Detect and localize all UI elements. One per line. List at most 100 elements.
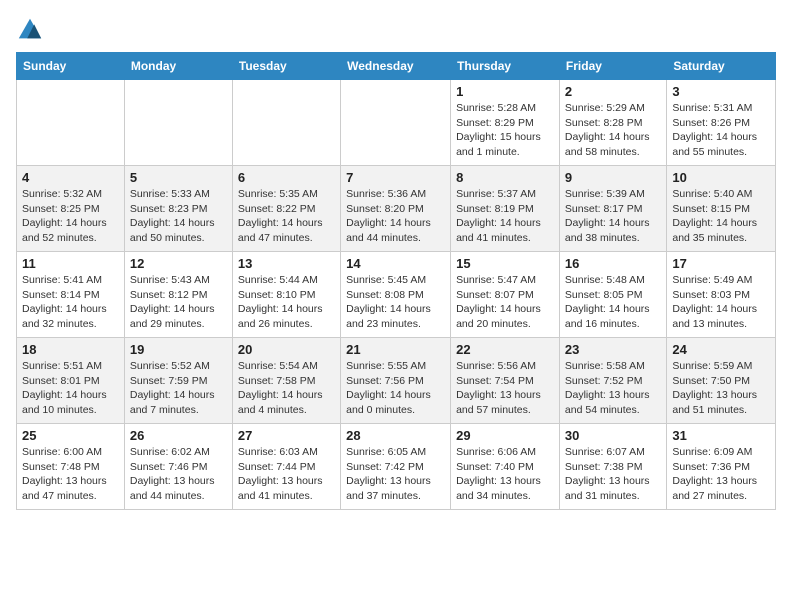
day-info: Sunrise: 6:07 AM Sunset: 7:38 PM Dayligh… [565, 445, 661, 504]
day-info: Sunrise: 5:54 AM Sunset: 7:58 PM Dayligh… [238, 359, 335, 418]
calendar-cell: 1Sunrise: 5:28 AM Sunset: 8:29 PM Daylig… [451, 80, 560, 166]
day-info: Sunrise: 5:52 AM Sunset: 7:59 PM Dayligh… [130, 359, 227, 418]
day-info: Sunrise: 5:45 AM Sunset: 8:08 PM Dayligh… [346, 273, 445, 332]
calendar-cell: 20 Sunrise: 5:54 AM Sunset: 7:58 PM Dayli… [232, 338, 340, 424]
calendar-cell: 15 Sunrise: 5:47 AM Sunset: 8:07 PM Dayli… [451, 252, 560, 338]
calendar-cell: 31 Sunrise: 6:09 AM Sunset: 7:36 PM Dayli… [667, 424, 776, 510]
day-number: 31 [672, 428, 770, 443]
calendar-cell: 8 Sunrise: 5:37 AM Sunset: 8:19 PM Daylig… [451, 166, 560, 252]
day-number: 9 [565, 170, 661, 185]
day-number: 15 [456, 256, 554, 271]
calendar-cell: 21 Sunrise: 5:55 AM Sunset: 7:56 PM Dayli… [341, 338, 451, 424]
calendar-cell: 28 Sunrise: 6:05 AM Sunset: 7:42 PM Dayli… [341, 424, 451, 510]
day-info: Sunrise: 6:02 AM Sunset: 7:46 PM Dayligh… [130, 445, 227, 504]
day-number: 6 [238, 170, 335, 185]
day-number: 11 [22, 256, 119, 271]
day-info: Sunrise: 5:51 AM Sunset: 8:01 PM Dayligh… [22, 359, 119, 418]
day-number: 20 [238, 342, 335, 357]
day-info: Sunrise: 5:39 AM Sunset: 8:17 PM Dayligh… [565, 187, 661, 246]
calendar-cell: 9 Sunrise: 5:39 AM Sunset: 8:17 PM Daylig… [559, 166, 666, 252]
calendar-table: SundayMondayTuesdayWednesdayThursdayFrid… [16, 52, 776, 510]
day-number: 26 [130, 428, 227, 443]
day-info: Sunrise: 5:40 AM Sunset: 8:15 PM Dayligh… [672, 187, 770, 246]
day-info: Sunrise: 5:55 AM Sunset: 7:56 PM Dayligh… [346, 359, 445, 418]
calendar-cell: 23Sunrise: 5:58 AM Sunset: 7:52 PM Dayli… [559, 338, 666, 424]
calendar-cell: 30 Sunrise: 6:07 AM Sunset: 7:38 PM Dayli… [559, 424, 666, 510]
day-number: 19 [130, 342, 227, 357]
day-number: 29 [456, 428, 554, 443]
page-header [16, 16, 776, 44]
calendar-cell: 6 Sunrise: 5:35 AM Sunset: 8:22 PM Daylig… [232, 166, 340, 252]
calendar-cell [17, 80, 125, 166]
day-number: 22 [456, 342, 554, 357]
day-number: 10 [672, 170, 770, 185]
calendar-cell: 3Sunrise: 5:31 AM Sunset: 8:26 PM Daylig… [667, 80, 776, 166]
calendar-header: SundayMondayTuesdayWednesdayThursdayFrid… [17, 53, 776, 80]
calendar-cell: 11 Sunrise: 5:41 AM Sunset: 8:14 PM Dayli… [17, 252, 125, 338]
calendar-cell: 22 Sunrise: 5:56 AM Sunset: 7:54 PM Dayli… [451, 338, 560, 424]
day-info: Sunrise: 5:29 AM Sunset: 8:28 PM Dayligh… [565, 101, 661, 160]
day-number: 21 [346, 342, 445, 357]
day-info: Sunrise: 5:49 AM Sunset: 8:03 PM Dayligh… [672, 273, 770, 332]
day-info: Sunrise: 5:37 AM Sunset: 8:19 PM Dayligh… [456, 187, 554, 246]
day-number: 4 [22, 170, 119, 185]
week-row-4: 18Sunrise: 5:51 AM Sunset: 8:01 PM Dayli… [17, 338, 776, 424]
week-row-2: 4 Sunrise: 5:32 AM Sunset: 8:25 PM Daylig… [17, 166, 776, 252]
day-number: 14 [346, 256, 445, 271]
day-info: Sunrise: 5:56 AM Sunset: 7:54 PM Dayligh… [456, 359, 554, 418]
header-day-thursday: Thursday [451, 53, 560, 80]
calendar-cell [341, 80, 451, 166]
day-number: 25 [22, 428, 119, 443]
calendar-cell: 7Sunrise: 5:36 AM Sunset: 8:20 PM Daylig… [341, 166, 451, 252]
calendar-cell: 17 Sunrise: 5:49 AM Sunset: 8:03 PM Dayli… [667, 252, 776, 338]
calendar-cell: 4 Sunrise: 5:32 AM Sunset: 8:25 PM Daylig… [17, 166, 125, 252]
day-number: 28 [346, 428, 445, 443]
day-info: Sunrise: 6:09 AM Sunset: 7:36 PM Dayligh… [672, 445, 770, 504]
calendar-cell: 27Sunrise: 6:03 AM Sunset: 7:44 PM Dayli… [232, 424, 340, 510]
calendar-cell: 26 Sunrise: 6:02 AM Sunset: 7:46 PM Dayli… [124, 424, 232, 510]
calendar-cell: 19 Sunrise: 5:52 AM Sunset: 7:59 PM Dayli… [124, 338, 232, 424]
week-row-3: 11 Sunrise: 5:41 AM Sunset: 8:14 PM Dayli… [17, 252, 776, 338]
day-number: 8 [456, 170, 554, 185]
day-info: Sunrise: 5:59 AM Sunset: 7:50 PM Dayligh… [672, 359, 770, 418]
day-number: 13 [238, 256, 335, 271]
calendar-cell: 5Sunrise: 5:33 AM Sunset: 8:23 PM Daylig… [124, 166, 232, 252]
day-info: Sunrise: 5:44 AM Sunset: 8:10 PM Dayligh… [238, 273, 335, 332]
calendar-cell: 18Sunrise: 5:51 AM Sunset: 8:01 PM Dayli… [17, 338, 125, 424]
logo [16, 16, 48, 44]
day-number: 30 [565, 428, 661, 443]
calendar-cell: 13 Sunrise: 5:44 AM Sunset: 8:10 PM Dayli… [232, 252, 340, 338]
logo-icon [16, 16, 44, 44]
day-number: 17 [672, 256, 770, 271]
calendar-cell: 12Sunrise: 5:43 AM Sunset: 8:12 PM Dayli… [124, 252, 232, 338]
calendar-cell: 24 Sunrise: 5:59 AM Sunset: 7:50 PM Dayli… [667, 338, 776, 424]
day-number: 2 [565, 84, 661, 99]
header-day-saturday: Saturday [667, 53, 776, 80]
calendar-cell: 16Sunrise: 5:48 AM Sunset: 8:05 PM Dayli… [559, 252, 666, 338]
day-info: Sunrise: 6:05 AM Sunset: 7:42 PM Dayligh… [346, 445, 445, 504]
day-info: Sunrise: 5:32 AM Sunset: 8:25 PM Dayligh… [22, 187, 119, 246]
week-row-1: 1Sunrise: 5:28 AM Sunset: 8:29 PM Daylig… [17, 80, 776, 166]
day-number: 5 [130, 170, 227, 185]
calendar-cell: 29Sunrise: 6:06 AM Sunset: 7:40 PM Dayli… [451, 424, 560, 510]
week-row-5: 25 Sunrise: 6:00 AM Sunset: 7:48 PM Dayli… [17, 424, 776, 510]
header-day-wednesday: Wednesday [341, 53, 451, 80]
calendar-body: 1Sunrise: 5:28 AM Sunset: 8:29 PM Daylig… [17, 80, 776, 510]
calendar-cell: 25 Sunrise: 6:00 AM Sunset: 7:48 PM Dayli… [17, 424, 125, 510]
calendar-cell: 10 Sunrise: 5:40 AM Sunset: 8:15 PM Dayli… [667, 166, 776, 252]
header-day-monday: Monday [124, 53, 232, 80]
day-info: Sunrise: 5:35 AM Sunset: 8:22 PM Dayligh… [238, 187, 335, 246]
calendar-cell [232, 80, 340, 166]
day-number: 24 [672, 342, 770, 357]
day-info: Sunrise: 6:00 AM Sunset: 7:48 PM Dayligh… [22, 445, 119, 504]
day-number: 1 [456, 84, 554, 99]
day-info: Sunrise: 6:03 AM Sunset: 7:44 PM Dayligh… [238, 445, 335, 504]
day-info: Sunrise: 5:58 AM Sunset: 7:52 PM Dayligh… [565, 359, 661, 418]
calendar-cell: 14 Sunrise: 5:45 AM Sunset: 8:08 PM Dayli… [341, 252, 451, 338]
day-info: Sunrise: 5:36 AM Sunset: 8:20 PM Dayligh… [346, 187, 445, 246]
day-info: Sunrise: 5:47 AM Sunset: 8:07 PM Dayligh… [456, 273, 554, 332]
calendar-cell: 2 Sunrise: 5:29 AM Sunset: 8:28 PM Daylig… [559, 80, 666, 166]
day-info: Sunrise: 5:41 AM Sunset: 8:14 PM Dayligh… [22, 273, 119, 332]
calendar-cell [124, 80, 232, 166]
header-day-friday: Friday [559, 53, 666, 80]
